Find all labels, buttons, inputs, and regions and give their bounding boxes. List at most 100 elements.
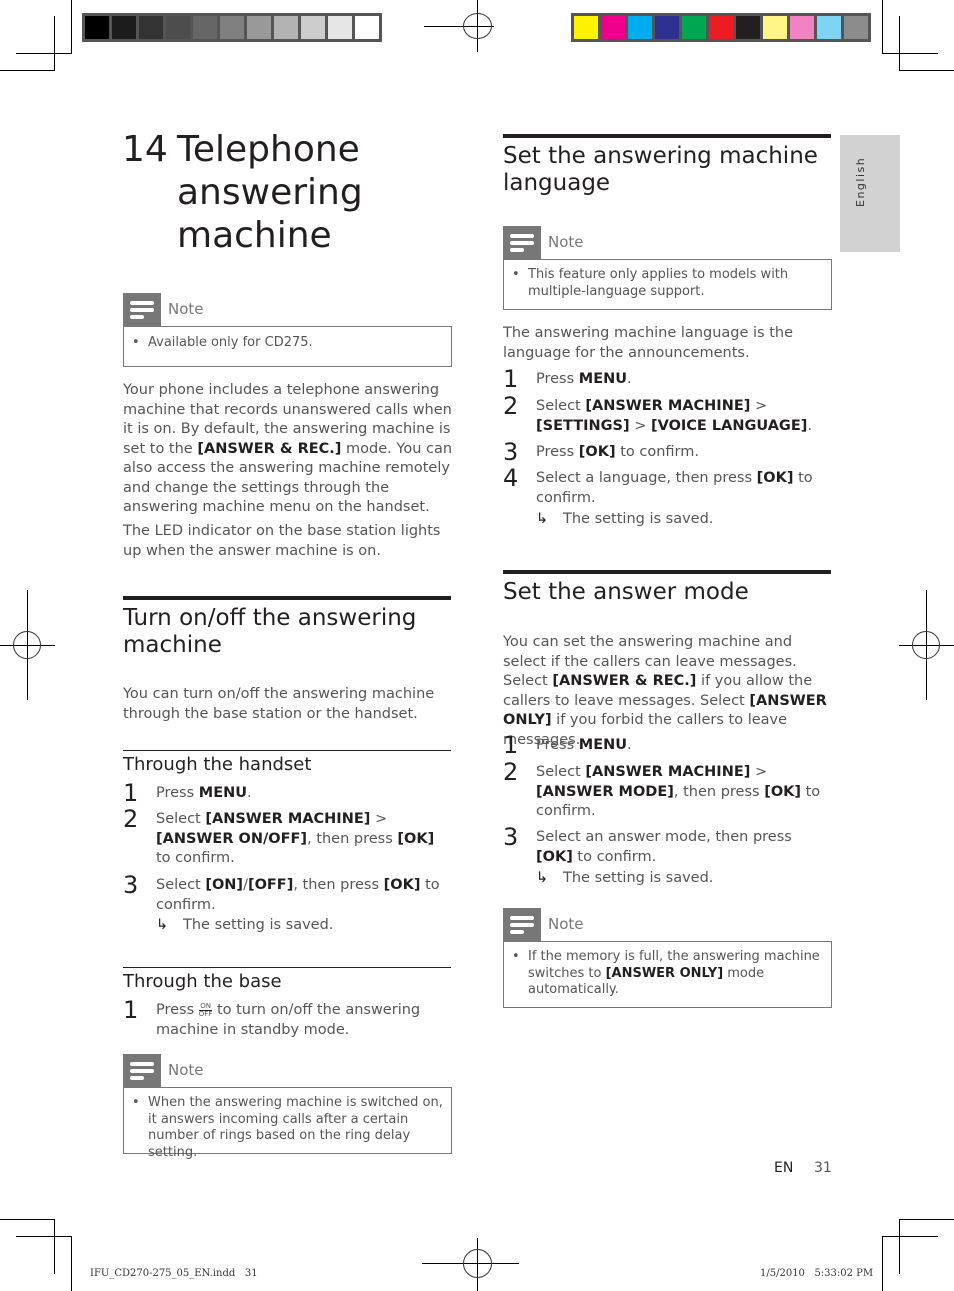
step-text: > bbox=[370, 811, 388, 827]
turn-on-off-description: You can turn on/off the answering machin… bbox=[123, 686, 435, 722]
intro-mode-emphasis: [ANSWER & REC.] bbox=[197, 440, 342, 457]
color-swatch bbox=[601, 16, 628, 39]
section-rule bbox=[123, 596, 451, 600]
menu-answer-mode: [ANSWER MODE] bbox=[536, 783, 674, 800]
key-ok: [OK] bbox=[578, 444, 616, 460]
subsection-title-handset: Through the handset bbox=[123, 754, 312, 775]
result-text: The setting is saved. bbox=[183, 917, 334, 933]
language-side-tab-label: English bbox=[854, 156, 867, 207]
step-text: Press bbox=[156, 1002, 199, 1018]
step-text: > bbox=[750, 398, 768, 414]
step-number: 3 bbox=[503, 438, 519, 466]
color-swatch bbox=[574, 16, 601, 39]
language-description: The answering machine language is the la… bbox=[503, 325, 794, 361]
step-number: 2 bbox=[123, 805, 139, 833]
on-off-key-off: OFF bbox=[198, 1010, 213, 1018]
note-content: • Available only for CD275. bbox=[123, 326, 452, 367]
on-off-key-icon: ON OFF bbox=[198, 1003, 213, 1018]
key-ok: [OK] bbox=[756, 470, 794, 486]
note-label: Note bbox=[548, 915, 584, 933]
key-menu: MENU bbox=[198, 785, 248, 801]
grayscale-color-bar bbox=[82, 13, 382, 42]
gray-swatch bbox=[274, 16, 301, 39]
result-arrow-icon: ↳ bbox=[156, 917, 169, 933]
slug-timestamp: 1/5/2010 5:33:02 PM bbox=[760, 1268, 874, 1279]
step-number: 2 bbox=[503, 392, 519, 420]
step-text: to confirm. bbox=[615, 444, 699, 460]
note-label: Note bbox=[168, 1061, 204, 1079]
menu-answer-machine: [ANSWER MACHINE] bbox=[205, 811, 371, 827]
section-title-answer-mode: Set the answer mode bbox=[503, 579, 749, 605]
bullet: • bbox=[132, 335, 140, 350]
gray-swatch bbox=[85, 16, 112, 39]
page-number: 31 bbox=[814, 1160, 832, 1176]
option-on: [ON] bbox=[205, 877, 244, 893]
key-menu: MENU bbox=[578, 371, 628, 387]
menu-answer-on-off: [ANSWER ON/OFF] bbox=[156, 830, 308, 847]
step-text: Select bbox=[536, 764, 586, 780]
gray-swatch bbox=[328, 16, 355, 39]
gray-swatch bbox=[139, 16, 166, 39]
step-number: 2 bbox=[503, 758, 519, 786]
step-number: 3 bbox=[123, 871, 139, 899]
note-label: Note bbox=[548, 233, 584, 251]
step-text: Press bbox=[536, 737, 579, 753]
answer-mode-description: You can set the answering machine and se… bbox=[503, 633, 833, 750]
subsection-title-base: Through the base bbox=[123, 971, 282, 992]
footer-language-code: EN bbox=[774, 1160, 794, 1176]
process-color-bar bbox=[571, 13, 871, 42]
result-arrow-icon: ↳ bbox=[536, 511, 549, 527]
color-swatch bbox=[682, 16, 709, 39]
step-text: Press bbox=[156, 785, 199, 801]
step-text: to confirm. bbox=[572, 848, 657, 865]
subsection-rule bbox=[123, 967, 451, 968]
step-text: Select bbox=[536, 398, 586, 414]
step-text: , then press bbox=[307, 830, 398, 847]
note-content: • This feature only applies to models wi… bbox=[503, 259, 832, 310]
step-text: Select a language, then press bbox=[536, 470, 757, 486]
note-icon bbox=[503, 226, 541, 259]
step-number: 4 bbox=[503, 464, 519, 492]
gray-swatch bbox=[301, 16, 328, 39]
key-ok: [OK] bbox=[764, 783, 802, 800]
gray-swatch bbox=[193, 16, 220, 39]
color-swatch bbox=[817, 16, 844, 39]
bullet: • bbox=[512, 267, 520, 282]
step-text: to confirm. bbox=[156, 850, 235, 866]
note-label: Note bbox=[168, 300, 204, 318]
gray-swatch bbox=[220, 16, 247, 39]
note-text: When the answering machine is switched o… bbox=[148, 1095, 443, 1160]
section-title-turn-on-off: Turn on/off the answering machine bbox=[123, 605, 417, 658]
step-text: > bbox=[629, 417, 651, 434]
result-arrow-icon: ↳ bbox=[536, 870, 549, 886]
mode-answer-only: [ANSWER ONLY] bbox=[605, 965, 724, 981]
step-text: , then press bbox=[673, 783, 765, 800]
section-rule bbox=[503, 570, 831, 574]
step-text: Select bbox=[156, 877, 206, 893]
bullet: • bbox=[512, 949, 520, 964]
menu-answer-machine: [ANSWER MACHINE] bbox=[585, 398, 751, 414]
gray-swatch bbox=[112, 16, 139, 39]
key-menu: MENU bbox=[578, 737, 628, 753]
color-swatch bbox=[709, 16, 736, 39]
color-swatch bbox=[844, 16, 868, 39]
note-content: • If the memory is full, the answering m… bbox=[503, 941, 832, 1008]
note-icon bbox=[123, 293, 161, 326]
key-ok: [OK] bbox=[383, 877, 421, 893]
step-text: Press bbox=[536, 371, 579, 387]
note-text: This feature only applies to models with… bbox=[528, 267, 789, 299]
step-text: Press bbox=[536, 444, 579, 460]
step-text: , then press bbox=[293, 877, 384, 893]
step-number: 1 bbox=[503, 731, 519, 759]
gray-swatch bbox=[355, 16, 379, 39]
language-side-tab: English bbox=[840, 135, 900, 252]
step-text: Select an answer mode, then press bbox=[536, 829, 792, 845]
color-swatch bbox=[655, 16, 682, 39]
step-text: . bbox=[247, 785, 252, 801]
key-ok: [OK] bbox=[397, 830, 435, 847]
gray-swatch bbox=[166, 16, 193, 39]
bullet: • bbox=[132, 1095, 140, 1110]
note-content: • When the answering machine is switched… bbox=[123, 1087, 452, 1160]
note-text: Available only for CD275. bbox=[148, 335, 313, 350]
result-text: The setting is saved. bbox=[563, 511, 714, 527]
